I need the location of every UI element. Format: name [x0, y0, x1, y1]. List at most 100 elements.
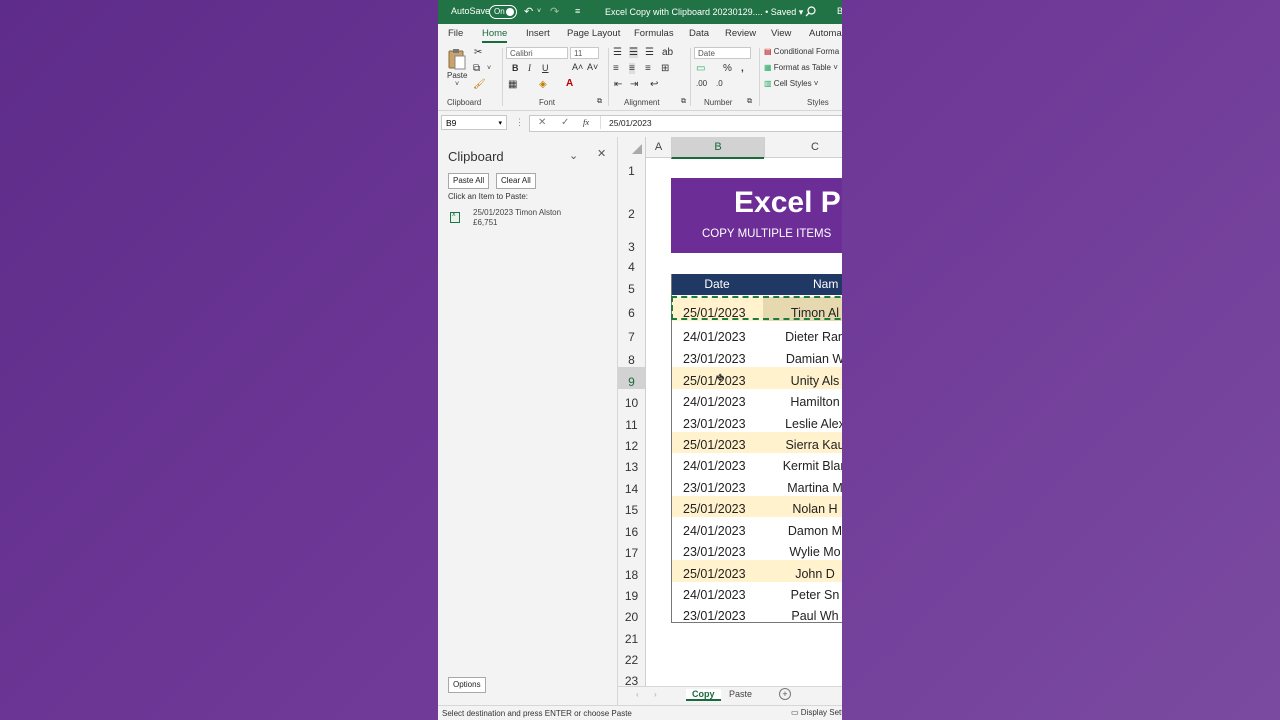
- tab-automate[interactable]: Automa: [809, 28, 842, 39]
- copy-icon[interactable]: ⧉: [473, 63, 480, 74]
- row-header[interactable]: 16: [618, 517, 646, 539]
- chevron-down-icon[interactable]: ⌄: [569, 149, 578, 162]
- date-cell[interactable]: 24/01/2023: [683, 395, 746, 409]
- row-header[interactable]: 14: [618, 474, 646, 496]
- column-header-b[interactable]: B: [671, 137, 764, 159]
- row-header[interactable]: 7: [618, 321, 646, 345]
- wrap-text-icon[interactable]: ↩: [650, 79, 658, 90]
- row-header[interactable]: 8: [618, 345, 646, 367]
- row-header[interactable]: 23: [618, 667, 646, 686]
- paste-dropdown-icon[interactable]: ˅: [455, 81, 459, 88]
- sheet-tab-paste[interactable]: Paste: [729, 689, 752, 699]
- name-cell[interactable]: Paul Wh: [769, 609, 842, 623]
- name-cell[interactable]: Damon M: [769, 524, 842, 538]
- font-name-field[interactable]: Calibri: [506, 47, 568, 59]
- format-painter-icon[interactable]: 🖌: [473, 79, 486, 90]
- select-all-corner[interactable]: [618, 137, 645, 158]
- close-icon[interactable]: ✕: [597, 147, 606, 160]
- paste-icon[interactable]: [447, 48, 467, 70]
- undo-icon[interactable]: ↶: [524, 5, 533, 18]
- date-cell[interactable]: 23/01/2023: [683, 609, 746, 623]
- row-header[interactable]: 5: [618, 274, 646, 297]
- table-row[interactable]: 24/01/2023 Kermit Blan: [671, 453, 842, 474]
- column-header-c[interactable]: C: [764, 137, 842, 158]
- name-box[interactable]: B9 ▾: [441, 115, 507, 130]
- date-cell[interactable]: 25/01/2023: [683, 502, 746, 516]
- row-header[interactable]: 4: [618, 253, 646, 274]
- table-row[interactable]: 23/01/2023 Martina M: [671, 474, 842, 496]
- row-header[interactable]: 17: [618, 539, 646, 560]
- row-header[interactable]: 22: [618, 646, 646, 667]
- row-header[interactable]: 15: [618, 496, 646, 517]
- name-cell[interactable]: Unity Als: [769, 374, 842, 388]
- tab-formulas[interactable]: Formulas: [634, 28, 674, 39]
- undo-dropdown-icon[interactable]: ˅: [537, 8, 541, 15]
- row-header[interactable]: 20: [618, 603, 646, 624]
- row-header[interactable]: 21: [618, 624, 646, 646]
- date-cell[interactable]: 23/01/2023: [683, 352, 746, 366]
- name-cell[interactable]: Dieter Ran: [769, 330, 842, 344]
- font-dialog-launcher-icon[interactable]: ⧉: [597, 98, 602, 106]
- table-header-name[interactable]: Nam: [763, 274, 842, 295]
- tab-insert[interactable]: Insert: [526, 28, 550, 39]
- row-header[interactable]: 9: [618, 367, 646, 389]
- document-title[interactable]: Excel Copy with Clipboard 20230129.... •…: [605, 7, 803, 18]
- name-cell[interactable]: Damian W: [769, 352, 842, 366]
- date-cell[interactable]: 23/01/2023: [683, 481, 746, 495]
- table-row[interactable]: 24/01/2023 Damon M: [671, 517, 842, 539]
- name-cell[interactable]: Sierra Kau: [769, 438, 842, 452]
- decrease-indent-icon[interactable]: ⇤: [614, 79, 622, 90]
- row-header[interactable]: 19: [618, 582, 646, 603]
- accounting-format-icon[interactable]: ▭: [696, 63, 705, 74]
- worksheet-grid[interactable]: A B C 1 2 3 4 5 6 7 8 9 10 11 12 13 14 15 16 17 18 19 20 21 2…: [618, 137, 842, 686]
- merge-center-icon[interactable]: ⊞: [661, 63, 669, 74]
- name-cell[interactable]: Leslie Alex: [769, 417, 842, 431]
- align-left-icon[interactable]: ≡: [613, 63, 619, 74]
- middle-align-icon[interactable]: ☰: [629, 47, 638, 58]
- redo-icon[interactable]: ↷: [550, 5, 559, 18]
- date-cell[interactable]: 24/01/2023: [683, 459, 746, 473]
- display-settings-button[interactable]: ▭ Display Sett: [791, 708, 842, 717]
- date-cell[interactable]: 23/01/2023: [683, 545, 746, 559]
- insert-function-button[interactable]: fx: [583, 117, 589, 127]
- decrease-decimal-icon[interactable]: .0: [716, 79, 723, 88]
- options-button[interactable]: Options: [448, 677, 486, 693]
- table-row[interactable]: 25/01/2023 John D: [671, 560, 842, 582]
- font-size-field[interactable]: 11: [570, 47, 599, 59]
- conditional-formatting-button[interactable]: ▤ Conditional Forma: [764, 47, 839, 56]
- number-format-field[interactable]: Date: [694, 47, 751, 59]
- row-header[interactable]: 11: [618, 410, 646, 432]
- table-row[interactable]: 25/01/2023 Sierra Kau: [671, 432, 842, 453]
- clipboard-item-text[interactable]: 25/01/2023 Timon Alston £6,751: [473, 208, 561, 228]
- paste-label[interactable]: Paste: [447, 71, 467, 80]
- scroll-prev-sheet-icon[interactable]: ‹: [636, 690, 639, 699]
- table-row[interactable]: 24/01/2023 Hamilton: [671, 389, 842, 410]
- sheet-tab-copy[interactable]: Copy: [686, 689, 721, 701]
- row-header[interactable]: 18: [618, 560, 646, 582]
- orientation-icon[interactable]: ab: [662, 47, 673, 58]
- name-cell[interactable]: Wylie Mo: [769, 545, 842, 559]
- table-row[interactable]: 23/01/2023 Leslie Alex: [671, 410, 842, 432]
- table-row[interactable]: 25/01/2023 Nolan H: [671, 496, 842, 517]
- cell-styles-button[interactable]: ▥ Cell Styles ˅: [764, 79, 818, 88]
- date-cell[interactable]: 24/01/2023: [683, 524, 746, 538]
- tab-page-layout[interactable]: Page Layout: [567, 28, 620, 39]
- clear-all-button[interactable]: Clear All: [496, 173, 536, 189]
- date-cell[interactable]: 25/01/2023: [683, 438, 746, 452]
- underline-button[interactable]: U: [542, 63, 549, 73]
- increase-font-icon[interactable]: A˄: [572, 62, 583, 72]
- customize-toolbar-icon[interactable]: ≡: [575, 6, 580, 16]
- italic-button[interactable]: I: [528, 63, 531, 73]
- table-row[interactable]: 23/01/2023 Wylie Mo: [671, 539, 842, 560]
- date-cell[interactable]: 23/01/2023: [683, 417, 746, 431]
- name-cell[interactable]: Martina M: [769, 481, 842, 495]
- table-row[interactable]: 23/01/2023 Paul Wh: [671, 603, 842, 624]
- row-header[interactable]: 13: [618, 453, 646, 474]
- decrease-font-icon[interactable]: A˅: [587, 62, 598, 72]
- table-row[interactable]: 24/01/2023 Dieter Ran: [671, 321, 842, 345]
- row-header[interactable]: 1: [618, 157, 646, 178]
- align-center-icon[interactable]: ≡: [629, 63, 635, 74]
- alignment-dialog-launcher-icon[interactable]: ⧉: [681, 98, 686, 106]
- align-right-icon[interactable]: ≡: [645, 63, 651, 74]
- table-header-date[interactable]: Date: [671, 274, 763, 295]
